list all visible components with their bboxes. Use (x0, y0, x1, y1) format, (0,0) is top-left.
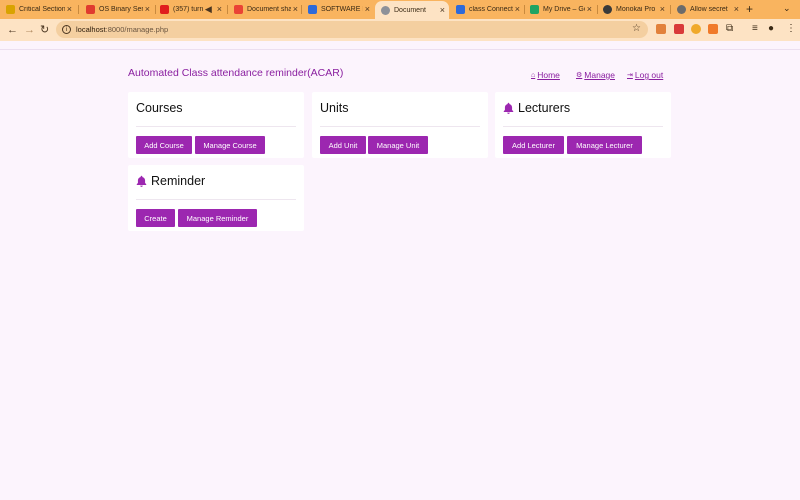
tab-title: OS Binary Sem (99, 6, 143, 13)
add-course-button[interactable]: Add Course (136, 136, 192, 154)
card-divider (320, 126, 480, 127)
metamask-extension-icon[interactable] (656, 24, 666, 34)
card-title: Reminder (136, 174, 205, 188)
card-divider (136, 199, 296, 200)
lecturers-title: Lecturers (518, 101, 571, 115)
url-host: localhost (76, 25, 106, 34)
card-title: Courses (136, 101, 183, 115)
tab-monokai-pro[interactable]: Monokai Pro × (597, 0, 669, 19)
manage-unit-button[interactable]: Manage Unit (368, 136, 428, 154)
manage-reminder-button[interactable]: Manage Reminder (178, 209, 257, 227)
tab-title: Monokai Pro (616, 6, 656, 13)
close-icon[interactable]: × (293, 5, 298, 14)
site-info-icon[interactable]: i (62, 25, 71, 34)
speaker-muted-icon[interactable]: ◀ (205, 5, 212, 14)
nav-home-label: Home (537, 70, 560, 80)
tab-title: class Connect (469, 6, 513, 13)
extension-badge-icon[interactable] (674, 24, 684, 34)
nav-manage-link[interactable]: ⚙ Manage (576, 70, 615, 80)
close-icon[interactable]: × (67, 5, 72, 14)
browser-toolbar: ← → ↻ i localhost:8000/manage.php ☆ ⧉ ≡ … (0, 19, 800, 41)
nav-logout-link[interactable]: ⇥ Log out (627, 70, 663, 80)
tab-title: My Drive – Go (543, 6, 585, 13)
close-icon[interactable]: × (145, 5, 150, 14)
extension-icon[interactable] (691, 24, 701, 34)
tab-critical-section[interactable]: Critical Section × (0, 0, 76, 19)
tab-search-chevron-icon[interactable]: ⌄ (783, 3, 791, 14)
close-icon[interactable]: × (515, 5, 520, 14)
monokai-favicon-icon (603, 5, 612, 14)
nav-logout-label: Log out (634, 70, 664, 80)
page-divider (0, 49, 800, 50)
home-icon: ⌂ (531, 71, 536, 79)
profile-icon[interactable]: ● (768, 23, 774, 35)
gmail-favicon-icon (234, 5, 243, 14)
manage-lecturer-button[interactable]: Manage Lecturer (567, 136, 642, 154)
address-bar[interactable]: i localhost:8000/manage.php ☆ (56, 21, 648, 38)
add-lecturer-button[interactable]: Add Lecturer (503, 136, 564, 154)
tab-software-de[interactable]: SOFTWARE DE × (302, 0, 374, 19)
bell-icon (136, 175, 147, 187)
tab-favicon-icon (6, 5, 15, 14)
close-icon[interactable]: × (440, 5, 445, 15)
extensions-puzzle-icon[interactable]: ⧉ (726, 23, 733, 35)
tab-title: Critical Section (19, 6, 65, 13)
new-tab-button[interactable]: + (746, 2, 753, 16)
bookmark-star-icon[interactable]: ☆ (632, 23, 641, 34)
nav-home-link[interactable]: ⌂ Home (531, 70, 560, 80)
tab-youtube[interactable]: (357) turn ◀ × (154, 0, 226, 19)
units-card: Units Add Unit Manage Unit (312, 92, 488, 158)
close-icon[interactable]: × (734, 5, 739, 14)
tab-os-binary[interactable]: OS Binary Sem × (80, 0, 154, 19)
browser-tab-bar: Critical Section × OS Binary Sem × (357)… (0, 0, 800, 19)
globe-favicon-icon (381, 5, 390, 15)
tab-title: SOFTWARE DE (321, 6, 363, 13)
add-unit-button[interactable]: Add Unit (320, 136, 366, 154)
tab-document-sha[interactable]: Document sha × (228, 0, 302, 19)
extension-icon[interactable] (708, 24, 718, 34)
back-arrow-icon[interactable]: ← (7, 23, 18, 37)
card-title: Units (320, 101, 348, 115)
card-divider (503, 126, 663, 127)
manage-course-button[interactable]: Manage Course (195, 136, 265, 154)
card-title: Lecturers (503, 101, 570, 115)
docs-favicon-icon (456, 5, 465, 14)
close-icon[interactable]: × (587, 5, 592, 14)
tab-title: Document sha (247, 6, 291, 13)
bell-icon (503, 102, 514, 114)
lecturers-card: Lecturers Add Lecturer Manage Lecturer (495, 92, 671, 158)
tab-class-connect[interactable]: class Connect × (450, 0, 524, 19)
reading-list-icon[interactable]: ≡ (752, 23, 758, 35)
close-icon[interactable]: × (365, 5, 370, 14)
sign-out-icon: ⇥ (627, 72, 633, 79)
tab-my-drive[interactable]: My Drive – Go × (524, 0, 596, 19)
courses-title: Courses (136, 101, 183, 115)
create-reminder-button[interactable]: Create (136, 209, 175, 227)
kebab-menu-icon[interactable]: ⋮ (786, 23, 796, 35)
reminder-title: Reminder (151, 174, 206, 188)
tab-favicon-icon (86, 5, 95, 14)
tab-title: Document (394, 6, 426, 14)
drive-favicon-icon (530, 5, 539, 14)
reminder-card: Reminder Create Manage Reminder (128, 165, 304, 231)
close-icon[interactable]: × (217, 5, 222, 14)
courses-card: Courses Add Course Manage Course (128, 92, 304, 158)
gear-icon: ⚙ (576, 72, 583, 79)
nav-manage-label: Manage (584, 70, 615, 80)
tab-title: (357) turn (173, 6, 203, 13)
github-favicon-icon (677, 5, 686, 14)
tab-document-active[interactable]: Document × (375, 1, 449, 19)
docs-favicon-icon (308, 5, 317, 14)
tab-title: Allow secret (690, 6, 728, 13)
forward-arrow-icon[interactable]: → (24, 23, 35, 37)
card-divider (136, 126, 296, 127)
tab-allow-secret[interactable]: Allow secret × (671, 0, 743, 19)
youtube-favicon-icon (160, 5, 169, 14)
url-path: :8000/manage.php (105, 25, 169, 34)
units-title: Units (320, 101, 349, 115)
close-icon[interactable]: × (660, 5, 665, 14)
brand-title[interactable]: Automated Class attendance reminder(ACAR… (128, 67, 343, 79)
reload-icon[interactable]: ↻ (40, 23, 49, 37)
